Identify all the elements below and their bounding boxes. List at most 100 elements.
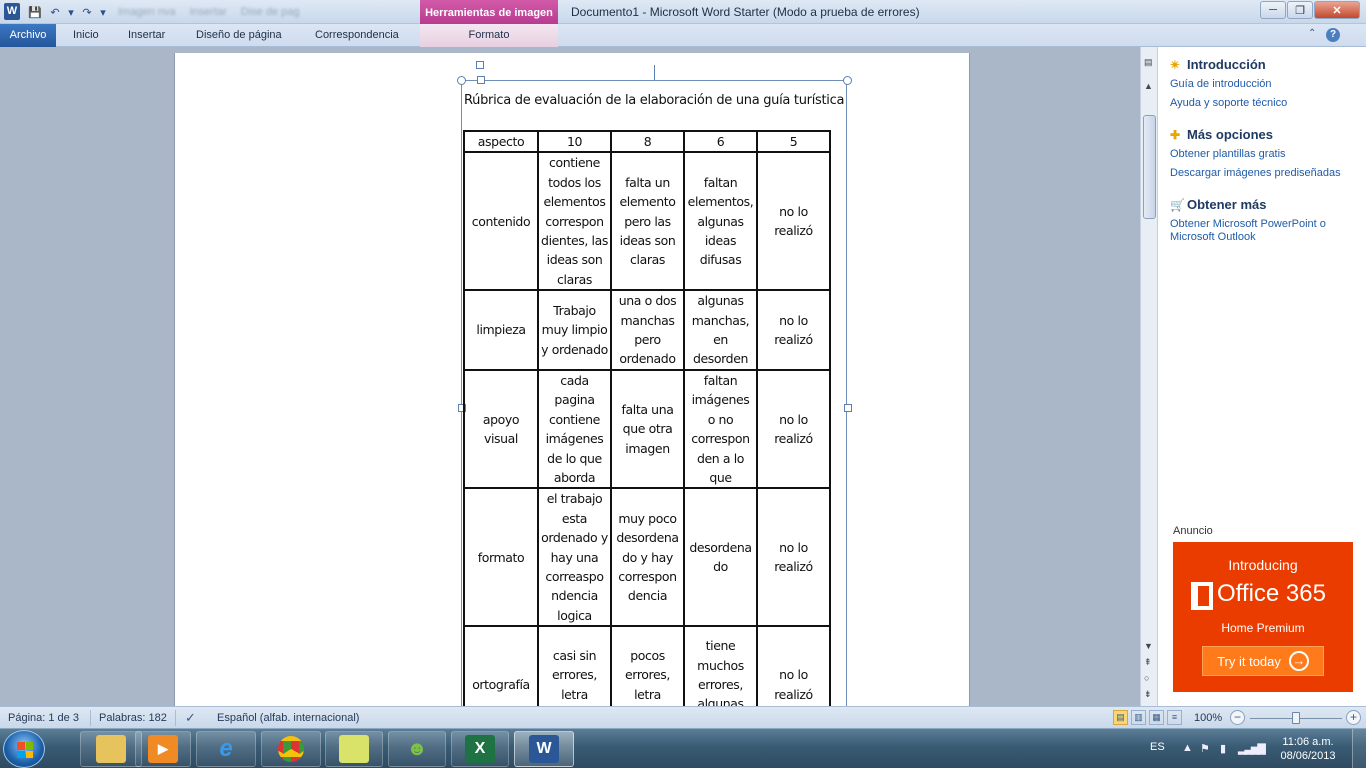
arrow-right-icon: → [1288, 651, 1309, 671]
pane-heading-introduccion: ✴ Introducción [1170, 57, 1266, 72]
taskbar-word[interactable]: W [514, 731, 574, 767]
taskbar-messenger[interactable]: ☻ [388, 731, 446, 767]
document-area[interactable]: Rúbrica de evaluación de la elaboración … [0, 47, 1140, 706]
web-layout-icon[interactable]: ▦ [1149, 710, 1164, 725]
resize-handle-top-left[interactable] [457, 76, 466, 85]
zoom-in-icon[interactable]: + [1346, 710, 1361, 725]
table-row: contenido contiene todos los elementos c… [463, 151, 831, 292]
print-layout-view-icon[interactable]: ▤ [1113, 710, 1128, 725]
input-language[interactable]: ES [1150, 741, 1165, 753]
undo-dropdown-icon[interactable]: ▾ [66, 3, 76, 21]
tab-insertar[interactable]: Insertar [128, 29, 165, 41]
undo-icon[interactable]: ↶ [46, 3, 64, 21]
office365-ad[interactable]: Introducing Office 365 Home Premium Try … [1173, 542, 1353, 692]
link-guia-introduccion[interactable]: Guía de introducción [1170, 78, 1360, 91]
zoom-out-icon[interactable]: − [1230, 710, 1245, 725]
pane-heading-mas-opciones: ✚ Más opciones [1170, 127, 1273, 142]
aspect-cell: formato [463, 487, 539, 628]
rotation-handle[interactable] [476, 61, 484, 69]
word-count[interactable]: Palabras: 182 [99, 712, 167, 724]
excel-icon: X [465, 735, 495, 763]
status-bar: Página: 1 de 3 Palabras: 182 ✓ Español (… [0, 706, 1366, 728]
tab-formato[interactable]: Formato [420, 24, 558, 47]
full-screen-reading-icon[interactable]: ▥ [1131, 710, 1146, 725]
blurred-background-tabs: Imagen nva Insertar Dise de pag [118, 6, 300, 18]
vertical-scrollbar[interactable]: ▤ ▲ ▼ ⇞ ○ ⇟ [1140, 47, 1157, 706]
header-cell: 10 [537, 129, 612, 154]
pane-heading-obtener-mas: 🛒 Obtener más [1170, 197, 1266, 212]
tab-archivo[interactable]: Archivo [0, 24, 56, 47]
save-icon[interactable]: 💾 [26, 3, 44, 21]
taskbar-explorer[interactable] [80, 731, 142, 767]
draft-view-icon[interactable]: ≡ [1167, 710, 1182, 725]
table-cell: contiene todos los elementos correspon d… [537, 151, 612, 292]
browse-object-icon[interactable]: ○ [1144, 673, 1149, 683]
table-cell: una o dos manchas pero ordenado [610, 289, 685, 371]
previous-page-icon[interactable]: ⇞ [1144, 657, 1152, 668]
resize-handle-right[interactable] [844, 404, 852, 412]
action-center-flag-icon[interactable]: ⚑ [1200, 742, 1210, 755]
minimize-button[interactable]: ─ [1260, 1, 1286, 19]
taskbar-internet-explorer[interactable]: e [196, 731, 256, 767]
network-signal-icon[interactable]: ▂▃▅▇ [1238, 742, 1266, 755]
ad-cta-label: Try it today [1217, 653, 1281, 669]
scroll-thumb[interactable] [1143, 115, 1156, 219]
help-icon[interactable]: ? [1326, 28, 1340, 42]
ruler-toggle-icon[interactable]: ▤ [1144, 57, 1153, 68]
document-page[interactable]: Rúbrica de evaluación de la elaboración … [174, 53, 970, 706]
word-app-icon[interactable]: W [4, 3, 20, 20]
table-cell: desordena do [683, 487, 758, 628]
tab-diseno-pagina[interactable]: Diseño de página [196, 29, 282, 41]
restore-button[interactable]: ❐ [1287, 1, 1313, 19]
language-indicator[interactable]: Español (alfab. internacional) [217, 712, 359, 724]
resize-handle-top-right[interactable] [843, 76, 852, 85]
pane-heading-label: Obtener más [1187, 197, 1267, 212]
table-cell: tiene muchos errores, algunas palabras [683, 625, 758, 706]
link-descargar-imagenes[interactable]: Descargar imágenes prediseñadas [1170, 167, 1360, 180]
tab-correspondencia[interactable]: Correspondencia [315, 29, 399, 41]
tab-inicio[interactable]: Inicio [73, 29, 99, 41]
table-cell: cada pagina contiene imágenes de lo que … [537, 368, 612, 490]
ad-product: Office 365 [1217, 580, 1326, 607]
taskbar-excel[interactable]: X [451, 731, 509, 767]
link-obtener-powerpoint-outlook[interactable]: Obtener Microsoft PowerPoint o Microsoft… [1170, 218, 1360, 244]
start-button[interactable] [3, 730, 45, 768]
aspect-cell: contenido [463, 151, 539, 292]
ad-label: Anuncio [1173, 525, 1213, 537]
close-button[interactable]: ✕ [1314, 1, 1360, 19]
starter-side-pane: ✴ Introducción Guía de introducción Ayud… [1157, 47, 1366, 706]
table-cell: faltan elementos, algunas ideas difusas [683, 151, 758, 292]
table-cell: muy poco desordena do y hay correspon de… [610, 487, 685, 628]
show-desktop-button[interactable] [1352, 729, 1366, 768]
aspect-cell: ortografía [463, 625, 539, 706]
next-page-icon[interactable]: ⇟ [1144, 689, 1152, 700]
taskbar-chrome[interactable] [261, 731, 321, 767]
minimize-ribbon-icon[interactable]: ⌃ [1308, 28, 1316, 39]
table-row: limpieza Trabajo muy limpio y ordenado u… [463, 289, 831, 371]
resize-handle-top[interactable] [477, 76, 485, 84]
zoom-level[interactable]: 100% [1194, 712, 1222, 724]
window-title: Documento1 - Microsoft Word Starter (Mod… [571, 5, 920, 19]
link-plantillas-gratis[interactable]: Obtener plantillas gratis [1170, 148, 1360, 161]
zoom-slider-thumb[interactable] [1292, 712, 1300, 724]
taskbar-media-player[interactable]: ▶ [135, 731, 191, 767]
scroll-up-icon[interactable]: ▲ [1144, 81, 1153, 91]
windows-logo-icon [17, 742, 33, 758]
power-icon[interactable]: ▮ [1220, 742, 1226, 755]
clock-time: 11:06 a.m. [1282, 736, 1334, 748]
customize-qat-icon[interactable]: ▾ [98, 3, 108, 21]
scroll-down-icon[interactable]: ▼ [1144, 641, 1153, 651]
proofing-icon[interactable]: ✓ [185, 710, 196, 726]
system-tray: ES ▲ ⚑ ▮ ▂▃▅▇ 11:06 a.m. 08/06/2013 [1140, 729, 1366, 768]
try-it-today-button[interactable]: Try it today → [1202, 646, 1324, 676]
link-ayuda-soporte[interactable]: Ayuda y soporte técnico [1170, 97, 1360, 110]
show-hidden-icons-icon[interactable]: ▲ [1182, 742, 1193, 754]
star-icon: ✴ [1170, 57, 1181, 72]
page-count[interactable]: Página: 1 de 3 [8, 712, 79, 724]
clock[interactable]: 11:06 a.m. 08/06/2013 [1276, 735, 1340, 763]
aspect-cell: limpieza [463, 289, 539, 371]
folder-icon [96, 735, 126, 763]
office-logo-icon [1191, 582, 1213, 610]
redo-icon[interactable]: ↷ [78, 3, 96, 21]
taskbar-folder[interactable] [325, 731, 383, 767]
